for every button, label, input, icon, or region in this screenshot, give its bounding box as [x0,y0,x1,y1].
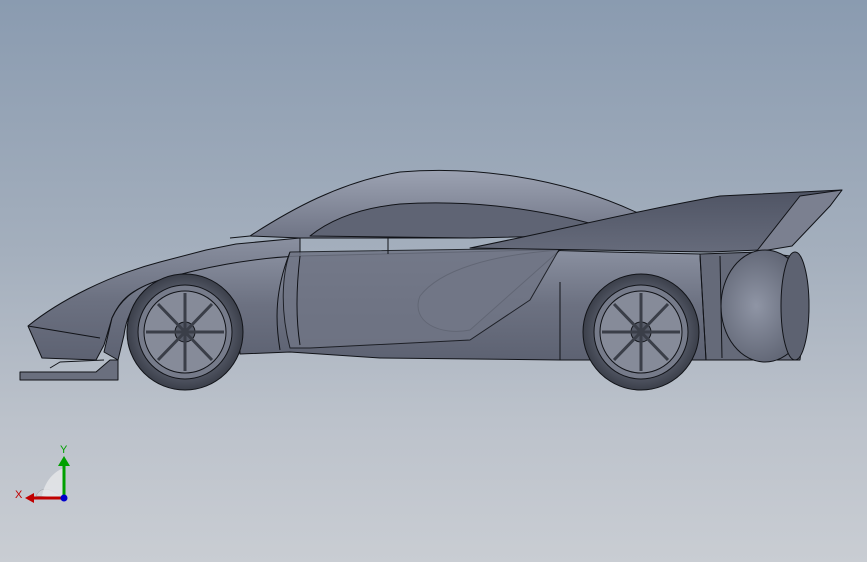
rear-exhaust-rim[interactable] [780,251,810,361]
front-splitter[interactable] [19,359,119,381]
z-axis-icon [60,494,68,502]
reference-triad: Y X [15,444,70,503]
y-axis-arrow-icon [58,456,70,466]
car-model-side-view[interactable] [0,0,867,562]
rear-wheel[interactable] [582,273,700,391]
x-axis-label: X [15,489,23,501]
front-wheel[interactable] [126,273,244,391]
x-axis-arrow-icon [25,493,34,503]
graphics-viewport[interactable]: Y X [0,0,867,562]
triad-xy-plane-shade-icon [42,468,64,498]
y-axis-label: Y [60,444,68,456]
